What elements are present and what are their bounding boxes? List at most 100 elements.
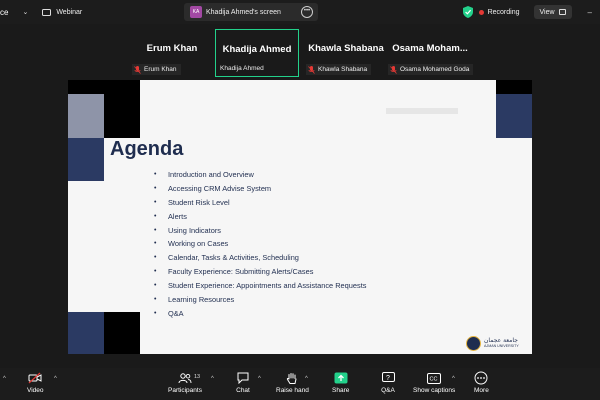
more-button[interactable]: More [474, 371, 489, 394]
decor-block-black [68, 80, 140, 94]
participants-options-caret-icon[interactable]: ^ [211, 376, 214, 382]
participants-icon [178, 371, 192, 385]
agenda-item: Student Experience: Appointments and Ass… [154, 279, 366, 293]
participant-name-tag: Erum Khan [132, 64, 181, 75]
agenda-item: Working on Cases [154, 237, 366, 251]
participant-tile[interactable]: Erum Khan Erum Khan [130, 29, 214, 77]
participant-display-name: Khadija Ahmed [222, 44, 292, 55]
video-label: Video [27, 387, 44, 394]
decor-block-black [496, 80, 532, 94]
participant-strip: Erum Khan Erum Khan Khadija Ahmed Khadij… [0, 24, 600, 80]
show-captions-button[interactable]: CC Show captions [413, 371, 455, 394]
captions-label: Show captions [413, 387, 456, 394]
top-bar-right: Recording View – [462, 0, 600, 24]
agenda-item: Q&A [154, 307, 366, 321]
share-label: Share [332, 387, 350, 394]
participant-tile-active[interactable]: Khadija Ahmed Khadija Ahmed [215, 29, 299, 77]
logo-text: جامعة عجمان AJMAN UNIVERSITY [484, 337, 519, 349]
mic-muted-icon [390, 65, 397, 74]
qa-button[interactable]: ? Q&A [381, 371, 395, 394]
participant-name-tag: Khadija Ahmed [218, 63, 268, 74]
shared-screen-slide: Agenda Introduction and Overview Accessi… [68, 80, 532, 354]
captions-options-caret-icon[interactable]: ^ [452, 376, 455, 382]
participant-tag-label: Osama Mohamed Goda [400, 66, 470, 73]
svg-text:CC: CC [430, 376, 438, 382]
qa-label: Q&A [381, 387, 395, 394]
decor-block-black [104, 312, 140, 354]
more-options-icon[interactable]: ••• [301, 6, 313, 18]
participants-label: Participants [168, 387, 202, 394]
agenda-item: Using Indicators [154, 224, 366, 238]
participant-display-name: Erum Khan [146, 43, 198, 54]
slide-title: Agenda [110, 138, 184, 160]
decor-block-navy [496, 94, 532, 138]
agenda-item: Accessing CRM Advise System [154, 182, 366, 196]
participant-display-name: Khawla Shabana [308, 43, 384, 54]
top-bar-left: ce ⌄ Webinar [0, 0, 82, 24]
minimize-icon[interactable]: – [588, 8, 592, 17]
participant-name-tag: Khawla Shabana [306, 64, 372, 75]
participant-tile[interactable]: Osama Moham... Osama Mohamed Goda [386, 29, 474, 77]
reactions-caret-icon[interactable]: ^ [305, 376, 308, 382]
qa-icon: ? [381, 371, 395, 385]
agenda-item: Faculty Experience: Submitting Alerts/Ca… [154, 265, 366, 279]
meeting-toolbar: ^ Video ^ Participants 13 ^ Chat ^ Raise… [0, 368, 600, 400]
university-logo: جامعة عجمان AJMAN UNIVERSITY [466, 334, 524, 352]
logo-arabic-text: جامعة عجمان [484, 337, 518, 344]
decor-block-navy [68, 138, 104, 181]
raise-hand-icon [285, 371, 299, 385]
more-label: More [474, 387, 489, 394]
more-icon [474, 371, 488, 385]
participant-name-tag: Osama Mohamed Goda [388, 64, 474, 75]
participant-display-name: Osama Moham... [392, 43, 468, 54]
agenda-item: Alerts [154, 210, 366, 224]
chat-options-caret-icon[interactable]: ^ [258, 376, 261, 382]
recording-indicator[interactable]: Recording [478, 8, 520, 16]
participant-tag-label: Khawla Shabana [318, 66, 368, 73]
view-label: View [539, 8, 555, 16]
share-screen-icon [334, 371, 348, 385]
view-button[interactable]: View [533, 5, 572, 19]
webinar-icon [42, 8, 52, 17]
participant-tag-label: Khadija Ahmed [220, 65, 264, 72]
svg-text:?: ? [386, 375, 390, 382]
decor-block-navy [68, 312, 104, 354]
mic-muted-icon [134, 65, 141, 74]
recording-dot-icon [478, 9, 484, 15]
raise-hand-label: Raise hand [276, 387, 309, 394]
window-title-fragment: ce [0, 7, 9, 17]
screen-share-title: Khadija Ahmed's screen [206, 8, 281, 16]
participant-tag-label: Erum Khan [144, 66, 177, 73]
webinar-label[interactable]: Webinar [56, 9, 82, 16]
agenda-item: Student Risk Level [154, 196, 366, 210]
top-bar: ce ⌄ Webinar KA Khadija Ahmed's screen •… [0, 0, 600, 24]
sharer-avatar: KA [190, 6, 202, 18]
mic-muted-icon [308, 65, 315, 74]
audio-options-caret-icon[interactable]: ^ [3, 376, 6, 382]
decor-block-gray [68, 94, 104, 138]
screen-share-indicator[interactable]: KA Khadija Ahmed's screen ••• [184, 3, 318, 21]
participant-tile[interactable]: Khawla Shabana Khawla Shabana [304, 29, 388, 77]
video-options-caret-icon[interactable]: ^ [54, 376, 57, 382]
agenda-item: Calendar, Tasks & Activities, Scheduling [154, 251, 366, 265]
chat-label: Chat [236, 387, 250, 394]
agenda-list: Introduction and Overview Accessing CRM … [154, 168, 366, 321]
video-off-icon [28, 371, 42, 385]
decor-block-black [104, 94, 140, 138]
recording-label: Recording [487, 8, 520, 16]
video-button[interactable]: Video [27, 371, 44, 394]
university-emblem-icon [466, 335, 481, 351]
chat-button[interactable]: Chat [236, 371, 250, 394]
decor-placeholder-bar [386, 108, 458, 114]
participants-count: 13 [194, 374, 201, 380]
grid-view-icon [558, 9, 566, 15]
chat-icon [236, 371, 250, 385]
share-button[interactable]: Share [332, 371, 349, 394]
raise-hand-button[interactable]: Raise hand [276, 371, 309, 394]
captions-icon: CC [427, 371, 442, 385]
agenda-item: Learning Resources [154, 293, 366, 307]
agenda-item: Introduction and Overview [154, 168, 366, 182]
chevron-down-icon[interactable]: ⌄ [22, 8, 28, 16]
logo-english-text: AJMAN UNIVERSITY [484, 344, 519, 348]
security-shield-icon[interactable] [462, 6, 473, 18]
